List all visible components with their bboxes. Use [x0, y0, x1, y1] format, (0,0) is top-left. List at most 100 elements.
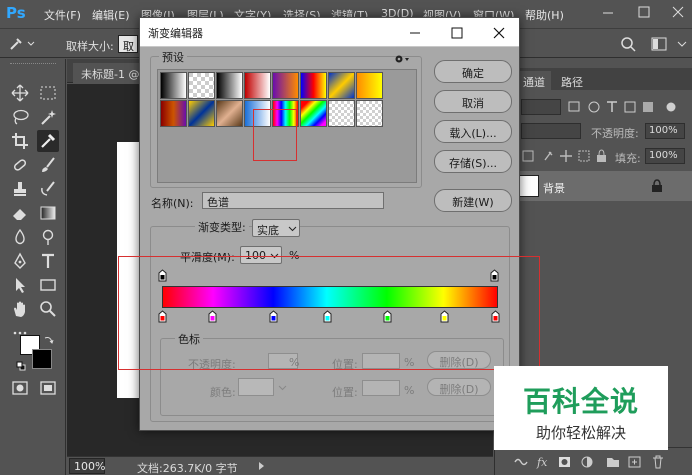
crop-tool-icon[interactable] [9, 130, 31, 152]
eraser-tool-icon[interactable] [9, 202, 31, 224]
layer-thumbnail [519, 175, 539, 197]
search-icon[interactable] [620, 36, 636, 52]
blur-tool-icon[interactable] [9, 226, 31, 248]
watermark-sub-text: 助你轻松解决 [535, 424, 626, 442]
preset-foreground-to-transparent[interactable] [188, 72, 215, 99]
dodge-tool-icon[interactable] [37, 226, 59, 248]
opacity-field[interactable]: 100% [645, 123, 685, 139]
zoom-field[interactable]: 100% [69, 458, 105, 474]
tab-paths[interactable]: 路径 [555, 71, 589, 93]
menu-file[interactable]: 文件(F) [44, 7, 81, 23]
dialog-title-bar[interactable]: 渐变编辑器 [140, 18, 519, 47]
new-button[interactable]: 新建(W) [434, 189, 512, 212]
background-color-swatch[interactable] [32, 349, 52, 369]
hand-tool-icon[interactable] [9, 298, 31, 320]
gradient-type-label: 渐变类型: [195, 219, 249, 235]
preset-foreground-to-background[interactable] [160, 72, 187, 99]
spot-healing-tool-icon[interactable] [9, 154, 31, 176]
panel-tabs: 通道 路径 [495, 68, 692, 93]
gradient-type-select[interactable]: 实底 [252, 219, 300, 237]
menu-help[interactable]: 帮助(H) [525, 7, 564, 23]
ok-button[interactable]: 确定 [434, 60, 512, 83]
rectangle-tool-icon[interactable] [37, 274, 59, 296]
quick-mask-icon[interactable] [9, 377, 31, 399]
preset-yellow-violet[interactable] [188, 100, 215, 127]
gradient-tool-icon[interactable] [37, 202, 59, 224]
status-bar: 100% 文档:263.7K/0 字节 [67, 456, 493, 475]
default-colors-icon[interactable] [16, 361, 26, 371]
document-tab[interactable]: 未标题-1 @ [73, 63, 148, 83]
gradient-annotation-box [118, 256, 540, 370]
stop-location-field-2[interactable] [362, 380, 400, 396]
minimize-icon[interactable] [600, 4, 616, 20]
chevron-down-icon[interactable] [676, 36, 688, 52]
stop-location-unit-2: % [404, 384, 415, 397]
document-size-info: 文档:263.7K/0 字节 [137, 462, 238, 475]
lock-icon [651, 179, 663, 193]
preset-violet-green-orange[interactable] [160, 100, 187, 127]
preset-red-white[interactable] [244, 72, 271, 99]
presets-settings-gear-icon[interactable] [394, 54, 410, 64]
delete-color-stop-button[interactable]: 删除(D) [427, 378, 491, 396]
layer-row-background[interactable]: 背景 [495, 171, 692, 201]
cancel-button[interactable]: 取消 [434, 90, 512, 113]
eyedropper-tool-icon-active[interactable] [37, 130, 59, 152]
menu-edit[interactable]: 编辑(E) [92, 7, 130, 23]
blend-mode-select[interactable] [521, 123, 581, 139]
preset-violet-orange[interactable] [272, 72, 299, 99]
layers-footer: fx [495, 447, 692, 475]
preset-transparent-stripes-2[interactable] [356, 100, 383, 127]
brush-tool-icon[interactable] [37, 154, 59, 176]
name-label: 名称(N): [151, 197, 194, 210]
dialog-maximize-icon[interactable] [436, 18, 478, 47]
path-selection-tool-icon[interactable] [9, 274, 31, 296]
dialog-minimize-icon[interactable] [394, 18, 436, 47]
close-window-icon[interactable] [670, 4, 686, 20]
preset-black-white[interactable] [216, 72, 243, 99]
lock-icons[interactable] [521, 149, 621, 163]
type-tool-icon[interactable] [37, 250, 59, 272]
preset-blue-red-yellow[interactable] [300, 72, 327, 99]
move-tool-icon[interactable] [9, 82, 31, 104]
chevron-down-icon[interactable] [278, 383, 287, 392]
watermark-main-text: 百科全说 [522, 385, 639, 418]
preset-transparent-stripes[interactable] [328, 100, 355, 127]
selected-preset-highlight [253, 109, 297, 161]
magic-wand-tool-icon[interactable] [37, 106, 59, 128]
layer-name: 背景 [543, 182, 565, 195]
fill-field[interactable]: 100% [645, 148, 685, 164]
photoshop-logo: Ps [6, 4, 26, 22]
layer-filter-icons[interactable] [567, 100, 687, 114]
preset-transparent-rainbow[interactable] [300, 100, 327, 127]
sample-size-select[interactable]: 取 [118, 35, 138, 53]
presets-group: 预设 [150, 49, 422, 188]
preset-orange-yellow-orange[interactable] [356, 72, 383, 99]
clone-stamp-tool-icon[interactable] [9, 178, 31, 200]
preset-blue-yellow-blue[interactable] [328, 72, 355, 99]
gradient-type-value: 实底 [257, 224, 279, 237]
chevron-down-icon [288, 224, 297, 233]
eyedropper-tool-icon[interactable] [8, 36, 36, 52]
layer-footer-icons[interactable]: fx [513, 454, 689, 470]
stop-color-label: 颜色: [210, 386, 236, 399]
name-field[interactable]: 色谱 [202, 192, 384, 209]
preset-copper[interactable] [216, 100, 243, 127]
zoom-tool-icon[interactable] [37, 298, 59, 320]
stop-color-swatch[interactable] [238, 378, 274, 396]
tab-channels[interactable]: 通道 [517, 71, 551, 93]
dialog-close-icon[interactable] [478, 18, 520, 47]
watermark: 百科全说 助你轻松解决 [494, 366, 668, 450]
layer-filter-select[interactable] [521, 99, 561, 115]
maximize-icon[interactable] [636, 4, 652, 20]
marquee-tool-icon[interactable] [37, 82, 59, 104]
pen-tool-icon[interactable] [9, 250, 31, 272]
history-brush-tool-icon[interactable] [37, 178, 59, 200]
status-arrow-icon[interactable] [257, 460, 267, 472]
workspace-icon[interactable] [650, 36, 668, 52]
screen-mode-icon[interactable] [37, 377, 59, 399]
swap-colors-icon[interactable] [44, 335, 54, 345]
lasso-tool-icon[interactable] [9, 106, 31, 128]
toolbar-grip[interactable] [10, 63, 56, 66]
save-button[interactable]: 存储(S)... [434, 150, 512, 173]
load-button[interactable]: 载入(L)... [434, 120, 512, 143]
